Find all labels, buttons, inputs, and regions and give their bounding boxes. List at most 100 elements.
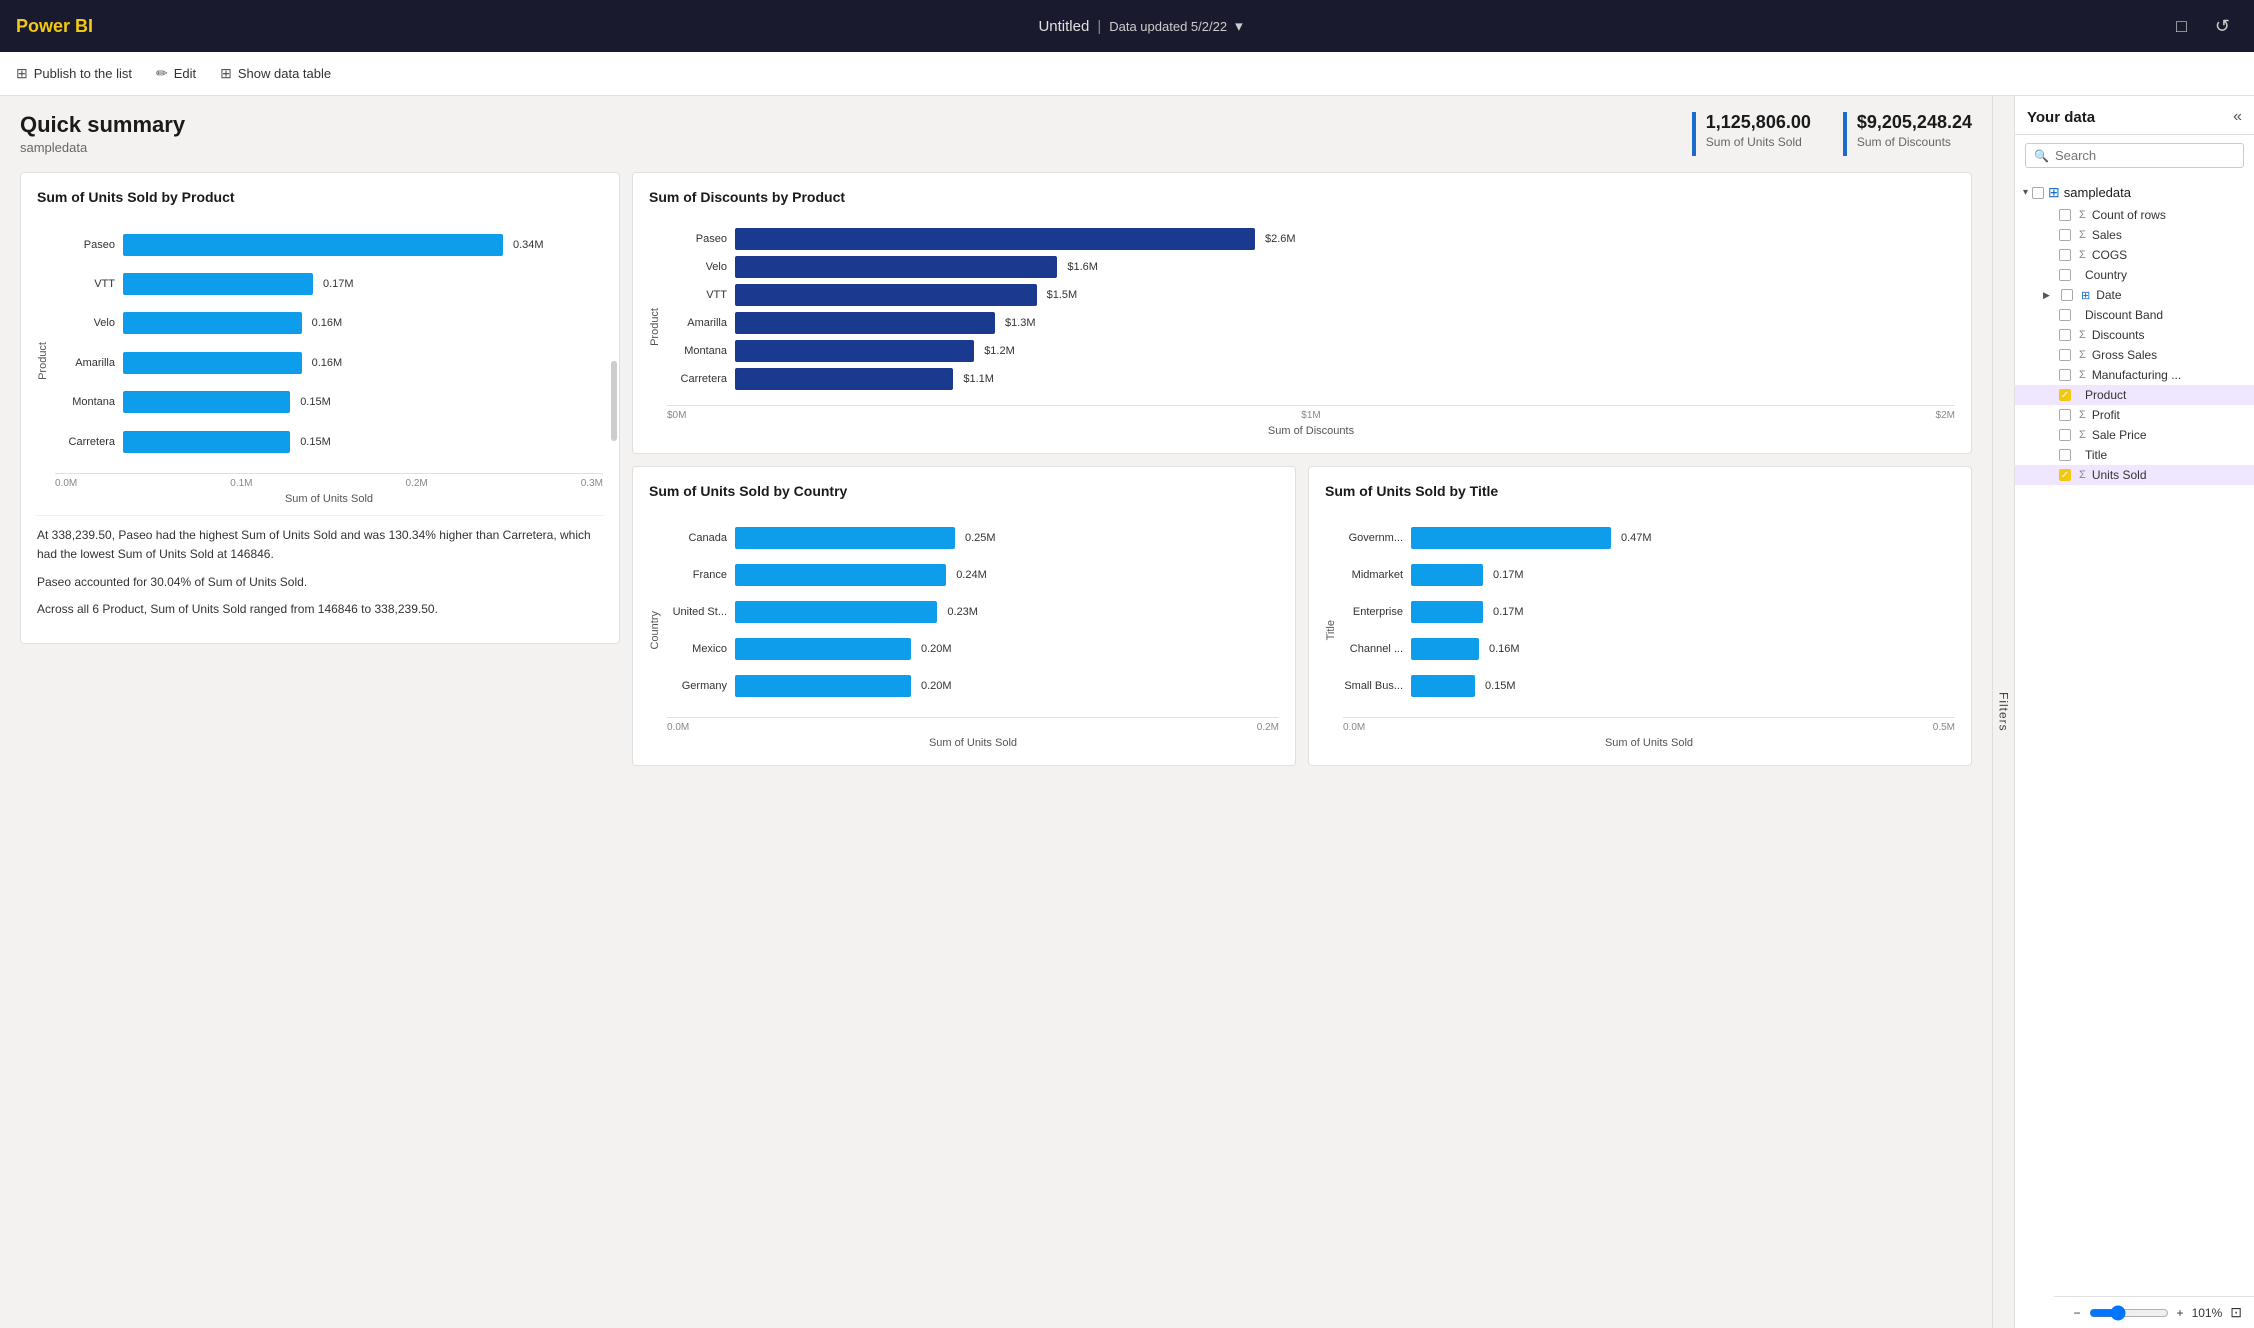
item-checkbox[interactable]	[2059, 449, 2071, 461]
bar-row[interactable]: Midmarket0.17M	[1343, 561, 1955, 589]
bar-row[interactable]: Carretera0.15M	[55, 428, 603, 456]
bar-row[interactable]: Carretera$1.1M	[667, 365, 1955, 393]
topbar: Power BI Untitled | Data updated 5/2/22 …	[0, 0, 2254, 52]
bar-row[interactable]: Amarilla0.16M	[55, 349, 603, 377]
search-box[interactable]: 🔍	[2025, 143, 2244, 168]
bar-value: 0.20M	[921, 680, 952, 692]
tree-group-header[interactable]: ▾ ⊞ sampledata	[2015, 180, 2254, 205]
tree-item[interactable]: ΣGross Sales	[2015, 345, 2254, 365]
bar-row[interactable]: Germany0.20M	[667, 672, 1279, 700]
bar-fill: $1.6M	[735, 256, 1057, 278]
group-checkbox[interactable]	[2032, 187, 2044, 199]
item-checkbox[interactable]: ✓	[2059, 389, 2071, 401]
refresh-button[interactable]: ↺	[2207, 12, 2238, 41]
bar-wrapper: 0.20M	[735, 635, 1279, 663]
item-label: Count of rows	[2092, 208, 2166, 222]
bar-wrapper: 0.23M	[735, 598, 1279, 626]
bar-row[interactable]: Small Bus...0.15M	[1343, 672, 1955, 700]
bar-row[interactable]: Governm...0.47M	[1343, 524, 1955, 552]
item-checkbox[interactable]	[2059, 249, 2071, 261]
data-tree: ▾ ⊞ sampledata ΣCount of rowsΣSalesΣCOGS…	[2015, 176, 2254, 1328]
bar-label: Amarilla	[667, 317, 727, 329]
item-checkbox[interactable]	[2061, 289, 2073, 301]
bar-row[interactable]: Enterprise0.17M	[1343, 598, 1955, 626]
bar-row[interactable]: France0.24M	[667, 561, 1279, 589]
group-label: sampledata	[2064, 185, 2131, 200]
bar-label: Mexico	[667, 643, 727, 655]
item-checkbox[interactable]	[2059, 209, 2071, 221]
bar-value: 0.15M	[300, 436, 331, 448]
edit-button[interactable]: ✏ Edit	[156, 65, 196, 82]
item-label: Product	[2085, 388, 2126, 402]
tree-item[interactable]: ▶⊞Date	[2015, 285, 2254, 305]
bar-row[interactable]: Velo$1.6M	[667, 253, 1955, 281]
chart4-x-label: Sum of Units Sold	[1343, 737, 1955, 749]
publish-button[interactable]: ⊞ Publish to the list	[16, 65, 132, 82]
page-title: Quick summary	[20, 112, 1692, 138]
bar-label: United St...	[667, 606, 727, 618]
bar-row[interactable]: Mexico 0.20M	[667, 635, 1279, 663]
window-mode-button[interactable]: □	[2168, 12, 2195, 41]
chart2-title: Sum of Discounts by Product	[649, 189, 1955, 205]
tree-item[interactable]: ΣCOGS	[2015, 245, 2254, 265]
item-checkbox[interactable]	[2059, 409, 2071, 421]
chart4-body: Title Governm...0.47MMidmarket0.17MEnter…	[1325, 511, 1955, 749]
item-checkbox[interactable]	[2059, 269, 2071, 281]
kpi-label-units: Sum of Units Sold	[1706, 135, 1811, 149]
bar-row[interactable]: Montana$1.2M	[667, 337, 1955, 365]
kpi-bar-2	[1843, 112, 1847, 156]
fit-icon[interactable]: ⊡	[2230, 1304, 2242, 1321]
filters-label: Filters	[1997, 692, 2011, 732]
item-label: Profit	[2092, 408, 2120, 422]
chart2-bars: Paseo$2.6MVelo$1.6MVTT$1.5MAmarilla$1.3M…	[667, 217, 1955, 401]
collapse-panel-button[interactable]: «	[2233, 108, 2242, 126]
tree-item[interactable]: ΣSale Price	[2015, 425, 2254, 445]
scrollbar-thumb[interactable]	[611, 361, 617, 441]
bar-row[interactable]: VTT$1.5M	[667, 281, 1955, 309]
item-checkbox[interactable]	[2059, 369, 2071, 381]
tree-item[interactable]: Country	[2015, 265, 2254, 285]
zoom-minus[interactable]: −	[2074, 1306, 2081, 1320]
bar-row[interactable]: Canada0.25M	[667, 524, 1279, 552]
tree-item[interactable]: ΣCount of rows	[2015, 205, 2254, 225]
item-checkbox[interactable]	[2059, 429, 2071, 441]
tree-item[interactable]: ΣDiscounts	[2015, 325, 2254, 345]
x-tick: 0.0M	[1343, 722, 1365, 733]
item-checkbox[interactable]	[2059, 229, 2071, 241]
x-tick: $0M	[667, 410, 686, 421]
bar-row[interactable]: Paseo$2.6M	[667, 225, 1955, 253]
bar-label: Enterprise	[1343, 606, 1403, 618]
bar-row[interactable]: Paseo0.34M	[55, 231, 603, 259]
search-input[interactable]	[2055, 148, 2235, 163]
bar-row[interactable]: United St... 0.23M	[667, 598, 1279, 626]
bar-value: 0.16M	[312, 317, 343, 329]
bar-row[interactable]: Velo0.16M	[55, 309, 603, 337]
bar-row[interactable]: Channel ...0.16M	[1343, 635, 1955, 663]
tree-item[interactable]: ΣSales	[2015, 225, 2254, 245]
chart1-inner: Paseo0.34M VTT0.17M Velo0.16M Amarilla0.16M…	[55, 217, 603, 505]
bar-label: France	[667, 569, 727, 581]
zoom-plus[interactable]: +	[2177, 1306, 2184, 1320]
bar-row[interactable]: Montana0.15M	[55, 388, 603, 416]
show-table-button[interactable]: ⊞ Show data table	[220, 65, 331, 82]
item-checkbox[interactable]: ✓	[2059, 469, 2071, 481]
filters-tab[interactable]: Filters	[1992, 96, 2014, 1328]
item-checkbox[interactable]	[2059, 349, 2071, 361]
item-checkbox[interactable]	[2059, 309, 2071, 321]
chevron-icon[interactable]: ▾	[1235, 17, 1243, 35]
tree-item[interactable]: Discount Band	[2015, 305, 2254, 325]
bar-label: VTT	[667, 289, 727, 301]
chart3-y-label: Country	[649, 611, 661, 650]
tree-item[interactable]: ΣManufacturing ...	[2015, 365, 2254, 385]
tree-item[interactable]: ΣProfit	[2015, 405, 2254, 425]
tree-items: ΣCount of rowsΣSalesΣCOGSCountry▶⊞DateDi…	[2015, 205, 2254, 485]
item-checkbox[interactable]	[2059, 329, 2071, 341]
tree-item[interactable]: ✓ Product	[2015, 385, 2254, 405]
tree-item[interactable]: ✓ΣUnits Sold	[2015, 465, 2254, 485]
insight-paragraph: Paseo accounted for 30.04% of Sum of Uni…	[37, 573, 603, 592]
bar-row[interactable]: VTT0.17M	[55, 270, 603, 298]
tree-item[interactable]: Title	[2015, 445, 2254, 465]
bar-row[interactable]: Amarilla$1.3M	[667, 309, 1955, 337]
bar-label: Carretera	[667, 373, 727, 385]
zoom-slider[interactable]	[2089, 1305, 2169, 1321]
